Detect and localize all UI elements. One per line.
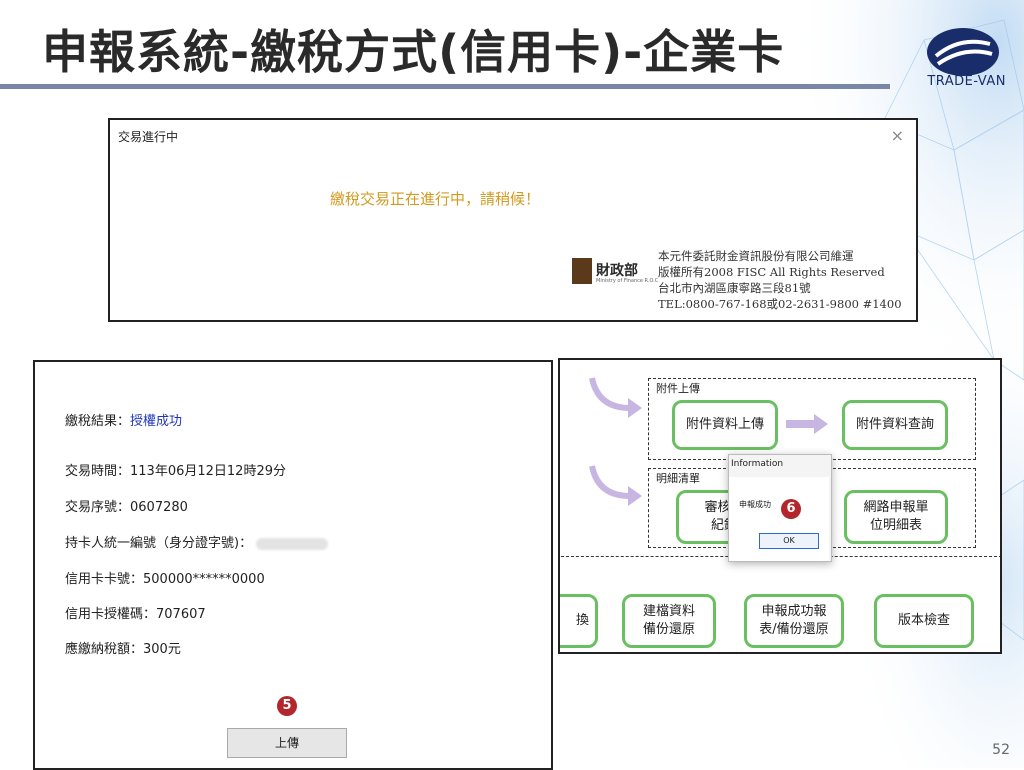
logo-text: TRADE-VAN: [927, 74, 1006, 89]
holder-id-label: 持卡人統一編號（身分證字號)：: [65, 536, 253, 551]
report-backup-button[interactable]: 申報成功報 表/備份還原: [744, 594, 844, 648]
right-arrow-icon: [786, 414, 828, 434]
card-number: 信用卡卡號：500000******0000: [65, 572, 265, 587]
step-badge-5: 5: [277, 696, 297, 716]
processing-message: 繳稅交易正在進行中，請稍候！: [330, 190, 541, 208]
result-label: 繳稅結果：: [65, 414, 131, 429]
dialog-title: 交易進行中: [118, 130, 179, 144]
result-row: 繳稅結果：授權成功: [65, 410, 182, 429]
transaction-time: 交易時間：113年06月12日12時29分: [65, 464, 286, 479]
version-check-button[interactable]: 版本檢查: [874, 594, 974, 648]
online-detail-button[interactable]: 網路申報單 位明細表: [844, 490, 948, 544]
curved-arrow-icon: [589, 377, 642, 418]
group-detail-label: 明細清單: [656, 472, 700, 485]
transaction-serial: 交易序號：0607280: [65, 500, 188, 515]
report-line: 申報成功報: [761, 604, 827, 619]
copyright-line: TEL:0800-767-168或02-2631-9800 #1400: [658, 297, 902, 311]
ok-button[interactable]: OK: [759, 533, 819, 549]
info-dialog-title: Information: [731, 459, 784, 469]
info-dialog-body: 申報成功 6 OK: [729, 477, 829, 561]
backup-line: 備份還原: [642, 622, 695, 637]
info-message: 申報成功: [739, 500, 771, 509]
page-title: 申報系統-繳稅方式(信用卡)-企業卡: [42, 25, 785, 79]
upload-button[interactable]: 上傳: [227, 728, 347, 758]
ministry-name: 財政部: [596, 263, 638, 279]
copyright-block: 本元件委託財金資訊股份有限公司維運 版權所有2008 FISC All Righ…: [658, 248, 902, 312]
tax-amount: 應繳納稅額：300元: [65, 642, 181, 657]
processing-dialog: 交易進行中 × 繳稅交易正在進行中，請稍候！ 財政部 Ministry of F…: [108, 118, 918, 322]
close-icon[interactable]: ×: [891, 126, 904, 145]
holder-id-row: 持卡人統一編號（身分證字號)：: [65, 532, 329, 551]
copyright-line: 版權所有2008 FISC All Rights Reserved: [658, 265, 885, 279]
online-line: 位明細表: [869, 518, 922, 533]
payment-result-panel: 繳稅結果：授權成功 交易時間：113年06月12日12時29分 交易序號：060…: [33, 360, 553, 770]
online-line: 網路申報單: [863, 500, 929, 515]
backup-restore-button[interactable]: 建檔資料 備份還原: [622, 594, 716, 648]
backup-line: 建檔資料: [642, 604, 695, 619]
page-number: 52: [992, 742, 1010, 758]
copyright-line: 本元件委託財金資訊股份有限公司維運: [658, 249, 854, 263]
information-dialog: Information 申報成功 6 OK: [728, 454, 832, 562]
redacted-id: [256, 537, 329, 550]
ministry-emblem-icon: [572, 258, 592, 284]
attach-query-button[interactable]: 附件資料查詢: [842, 400, 948, 450]
copyright-line: 台北市內湖區康寧路三段81號: [658, 281, 811, 295]
ministry-subtitle: Ministry of Finance R.O.C: [596, 278, 659, 284]
report-line: 表/備份還原: [759, 622, 829, 637]
flow-panel: 附件上傳 附件資料上傳 附件資料查詢 明細清單 審核及 紀錄 網路申報單 位明細…: [558, 358, 1002, 654]
attach-upload-button[interactable]: 附件資料上傳: [672, 400, 778, 450]
curved-arrow-icon: [589, 465, 642, 506]
partial-button[interactable]: 換: [560, 594, 598, 648]
step-badge-6: 6: [781, 499, 801, 519]
title-underline: [0, 84, 890, 89]
auth-code: 信用卡授權碼：707607: [65, 607, 206, 622]
group-attachment-label: 附件上傳: [656, 382, 700, 395]
result-value: 授權成功: [130, 414, 183, 429]
